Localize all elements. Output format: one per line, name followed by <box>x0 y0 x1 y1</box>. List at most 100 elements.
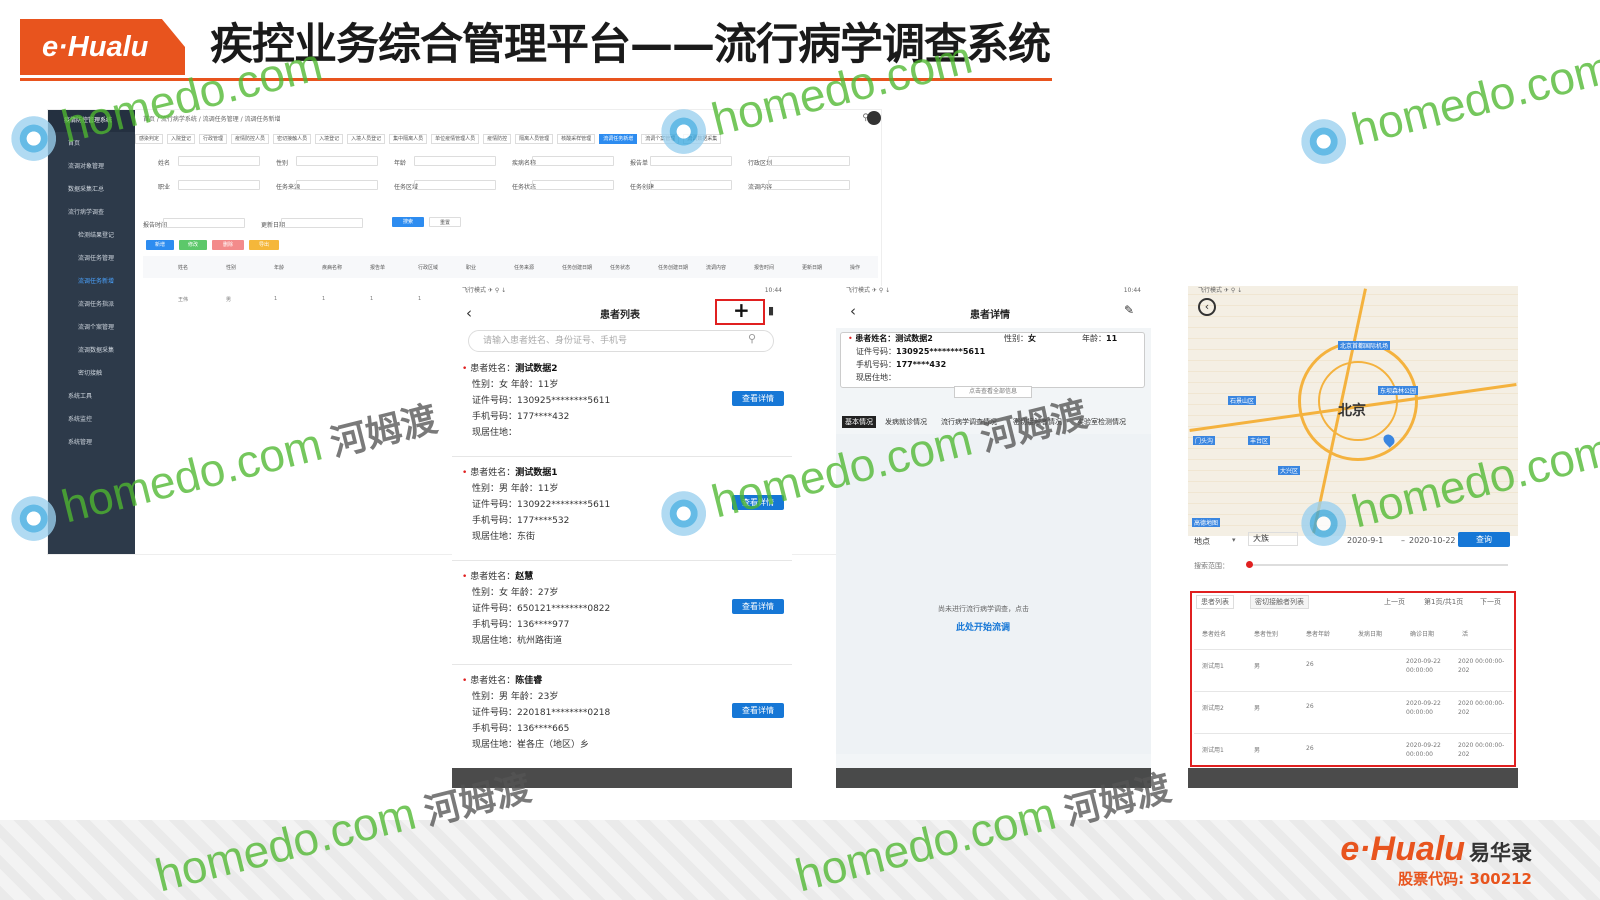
sidebar-item[interactable]: 密切接触 <box>48 362 135 385</box>
tab-7[interactable]: 集中隔离人员 <box>389 134 428 144</box>
detail-tab[interactable]: 基本情况 <box>842 416 876 428</box>
sidebar-item[interactable]: 流调任务新增 <box>48 270 135 293</box>
tab-0[interactable]: 感染判定 <box>135 134 164 144</box>
tab-9[interactable]: 疫情防控 <box>483 134 512 144</box>
search-button[interactable]: 搜索 <box>392 217 424 227</box>
range-slider[interactable] <box>1248 564 1508 566</box>
edit-button[interactable]: 修改 <box>179 240 207 250</box>
patient-address: 现居住地：东街 <box>472 532 536 542</box>
add-button[interactable]: 新增 <box>146 240 174 250</box>
add-icon[interactable]: + <box>733 298 750 322</box>
tab-4[interactable]: 密切接触人员 <box>273 134 312 144</box>
filter-input[interactable] <box>768 180 850 190</box>
table-header-cell: 患者性别 <box>1254 631 1279 638</box>
filter-input[interactable] <box>178 156 260 166</box>
table-header-cell: 报告单 <box>370 265 386 271</box>
sidebar-item[interactable]: 首页 <box>48 132 135 155</box>
search-input[interactable]: 请输入患者姓名、身份证号、手机号 <box>468 330 774 352</box>
delete-button[interactable]: 删除 <box>212 240 244 250</box>
date-from[interactable]: 2020-9-1 <box>1347 536 1383 545</box>
view-all-button[interactable]: 点击查看全部信息 <box>954 386 1032 398</box>
sidebar-item[interactable]: 流调个案管理 <box>48 316 135 339</box>
next-page-button[interactable]: 下一页 <box>1480 597 1501 607</box>
back-icon[interactable]: ‹ <box>466 304 472 322</box>
location-input[interactable]: 大族 <box>1248 532 1298 546</box>
detail-tab[interactable]: 实验室检测情况 <box>1074 416 1129 428</box>
tab-11[interactable]: 核酸采样管理 <box>557 134 596 144</box>
filter-input[interactable] <box>650 156 732 166</box>
android-nav-bar <box>836 768 1151 788</box>
result-tab[interactable]: 患者列表 <box>1196 595 1234 609</box>
admin-brand: 疫情防控管理系统 <box>48 110 135 132</box>
sidebar-item[interactable]: 系统管理 <box>48 431 135 454</box>
prev-page-button[interactable]: 上一页 <box>1384 597 1405 607</box>
view-detail-button[interactable]: 查看详情 <box>732 391 784 406</box>
query-button[interactable]: 查询 <box>1458 532 1510 547</box>
tab-3[interactable]: 疫情防控人员 <box>231 134 270 144</box>
back-icon[interactable]: ‹ <box>1198 298 1216 316</box>
export-button[interactable]: 导出 <box>249 240 279 250</box>
filter-input[interactable] <box>296 156 378 166</box>
patient-list-item[interactable]: • 患者姓名：陈佳睿 性别：男 年龄：23岁 证件号码：220181********… <box>452 673 792 777</box>
avatar[interactable] <box>867 111 881 125</box>
sidebar-item[interactable]: 数据采集汇总 <box>48 178 135 201</box>
tab-13[interactable]: 流调个案管理 <box>641 134 680 144</box>
map-label: 大兴区 <box>1278 466 1301 475</box>
phone-map-search: 飞行模式 ✈ ⚲ ↓ ‹ 北京 北京首都国际机场 东坝森林公园 丰台区 石景山区 门头沟… <box>1188 286 1518 788</box>
sidebar-item[interactable]: 检测结果登记 <box>48 224 135 247</box>
table-header-cell: 活 <box>1462 631 1469 638</box>
patient-list-item[interactable]: • 患者姓名：测试数据2 性别：女 年龄：11岁 证件号码：130925******… <box>452 361 792 465</box>
filter-input[interactable] <box>414 180 496 190</box>
patient-id: 证件号码：220181********0218 <box>472 708 611 718</box>
filter-input[interactable] <box>532 156 614 166</box>
tab-2[interactable]: 行政管理 <box>199 134 228 144</box>
sidebar-item[interactable]: 流行病学调查 <box>48 201 135 224</box>
sidebar-item[interactable]: 流调对象管理 <box>48 155 135 178</box>
detail-tab[interactable]: 密切接触者情况 <box>1010 416 1065 428</box>
result-tab[interactable]: 密切接触者列表 <box>1250 595 1309 609</box>
tab-12[interactable]: 流调任务新增 <box>599 134 638 144</box>
detail-tab[interactable]: 发病就诊情况 <box>882 416 930 428</box>
date-to[interactable]: 2020-10-22 <box>1409 536 1456 545</box>
patient-list-item[interactable]: • 患者姓名：测试数据1 性别：男 年龄：11岁 证件号码：130922******… <box>452 465 792 569</box>
filter-input[interactable] <box>178 180 260 190</box>
tab-8[interactable]: 单位疫情管理人员 <box>431 134 480 144</box>
map-label: 丰台区 <box>1248 436 1271 445</box>
sidebar-item[interactable]: 流调任务指派 <box>48 293 135 316</box>
table-cell: 1 <box>418 296 422 302</box>
tab-5[interactable]: 入境登记 <box>315 134 344 144</box>
filter-input[interactable] <box>414 156 496 166</box>
back-icon[interactable]: ‹ <box>850 302 856 320</box>
view-detail-button[interactable]: 查看详情 <box>732 703 784 718</box>
tab-10[interactable]: 隔离人员管理 <box>515 134 554 144</box>
ehualu-logo: e·Hualu <box>20 19 185 75</box>
reset-button[interactable]: 重置 <box>429 217 461 227</box>
table-cell: 男 <box>1254 663 1261 670</box>
filter-input[interactable] <box>281 218 363 228</box>
search-icon[interactable]: ⚲ <box>748 332 756 345</box>
filter-input[interactable] <box>768 156 850 166</box>
filter-input[interactable] <box>650 180 732 190</box>
chevron-down-icon[interactable]: ▾ <box>1232 536 1236 544</box>
sidebar-item[interactable]: 系统工具 <box>48 385 135 408</box>
menu-icon[interactable]: ▮ <box>768 304 774 317</box>
view-detail-button[interactable]: 查看详情 <box>732 495 784 510</box>
range-slider-handle[interactable] <box>1246 561 1253 568</box>
filter-input[interactable] <box>296 180 378 190</box>
start-survey-link[interactable]: 此处开始流调 <box>956 620 1010 633</box>
detail-tab[interactable]: 流行病学调查情况 <box>938 416 1000 428</box>
divider <box>1194 691 1512 692</box>
edit-icon[interactable]: ✎ <box>1124 303 1134 317</box>
view-detail-button[interactable]: 查看详情 <box>732 599 784 614</box>
patient-list-item[interactable]: • 患者姓名：赵慧 性别：女 年龄：27岁 证件号码：650121********0… <box>452 569 792 673</box>
filter-input[interactable] <box>532 180 614 190</box>
tab-1[interactable]: 入院登记 <box>167 134 196 144</box>
tab-6[interactable]: 入境人员登记 <box>347 134 386 144</box>
sidebar-item[interactable]: 系统监控 <box>48 408 135 431</box>
tab-14[interactable]: 流调数据采集 <box>683 134 722 144</box>
table-header-cell: 行政区域 <box>418 265 439 271</box>
homedo-flower-icon <box>1290 108 1357 175</box>
sidebar-item[interactable]: 流调数据采集 <box>48 339 135 362</box>
sidebar-item[interactable]: 流调任务管理 <box>48 247 135 270</box>
filter-input[interactable] <box>163 218 245 228</box>
